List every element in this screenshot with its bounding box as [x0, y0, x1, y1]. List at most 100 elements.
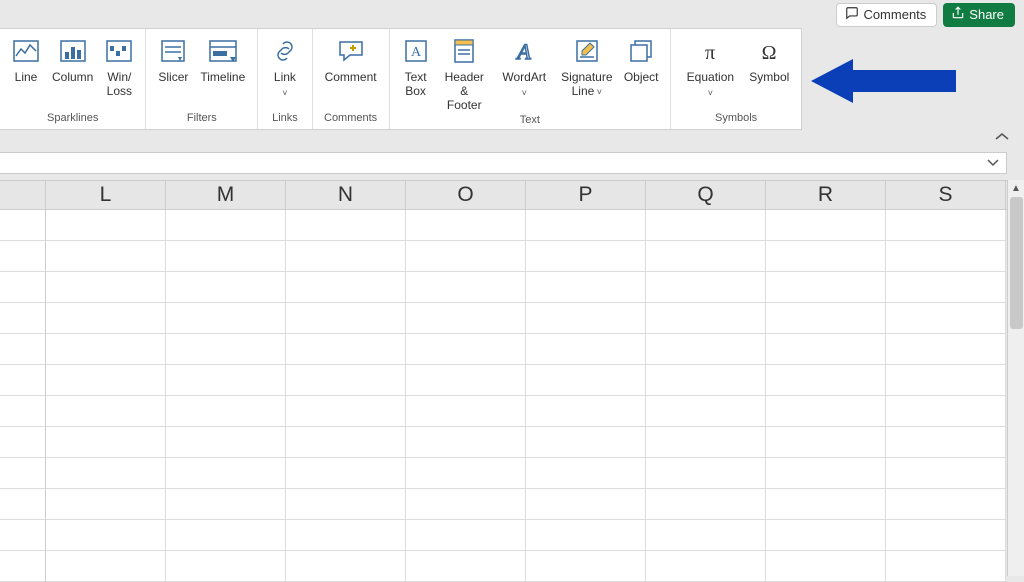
cell[interactable]: [46, 458, 166, 489]
column-header[interactable]: L: [46, 181, 166, 209]
cell[interactable]: [526, 396, 646, 427]
cell[interactable]: [286, 551, 406, 582]
cell[interactable]: [766, 272, 886, 303]
cell[interactable]: [286, 210, 406, 241]
cell[interactable]: [526, 365, 646, 396]
cell[interactable]: [646, 489, 766, 520]
cell[interactable]: [286, 520, 406, 551]
cell[interactable]: [766, 458, 886, 489]
cell[interactable]: [526, 334, 646, 365]
cell[interactable]: [766, 210, 886, 241]
cell[interactable]: [886, 272, 1006, 303]
column-header[interactable]: M: [166, 181, 286, 209]
cell[interactable]: [166, 241, 286, 272]
column-header[interactable]: Q: [646, 181, 766, 209]
cell[interactable]: [46, 303, 166, 334]
cell[interactable]: [286, 458, 406, 489]
cell[interactable]: [46, 334, 166, 365]
textbox-button[interactable]: ATextBox: [396, 35, 436, 98]
cell[interactable]: [46, 520, 166, 551]
cell[interactable]: [526, 458, 646, 489]
cell[interactable]: [406, 365, 526, 396]
cell[interactable]: [526, 272, 646, 303]
column-header[interactable]: S: [886, 181, 1006, 209]
cell[interactable]: [766, 551, 886, 582]
cell[interactable]: [886, 520, 1006, 551]
headerfooter-button[interactable]: Header& Footer: [436, 35, 493, 112]
sigline-button[interactable]: SignatureLine ˅: [556, 35, 619, 99]
link-button[interactable]: Link ˅: [264, 35, 305, 100]
vertical-scrollbar[interactable]: ▲: [1007, 180, 1024, 576]
cell[interactable]: [166, 489, 286, 520]
cell[interactable]: [406, 210, 526, 241]
cell[interactable]: [766, 241, 886, 272]
cell[interactable]: [166, 396, 286, 427]
slicer-button[interactable]: Slicer: [152, 35, 194, 84]
equation-button[interactable]: πEquation ˅: [677, 35, 743, 100]
cell[interactable]: [646, 303, 766, 334]
cell[interactable]: [886, 396, 1006, 427]
cell[interactable]: [526, 303, 646, 334]
cell[interactable]: [166, 210, 286, 241]
cell[interactable]: [766, 334, 886, 365]
scroll-thumb[interactable]: [1010, 197, 1023, 329]
cell[interactable]: [526, 241, 646, 272]
cell[interactable]: [166, 303, 286, 334]
cell[interactable]: [766, 396, 886, 427]
column-header[interactable]: P: [526, 181, 646, 209]
cell[interactable]: [406, 241, 526, 272]
cell[interactable]: [766, 520, 886, 551]
cell[interactable]: [646, 427, 766, 458]
cell[interactable]: [526, 210, 646, 241]
cell[interactable]: [286, 489, 406, 520]
cell[interactable]: [166, 427, 286, 458]
cell[interactable]: [46, 241, 166, 272]
cell[interactable]: [166, 334, 286, 365]
cell[interactable]: [406, 396, 526, 427]
cell[interactable]: [46, 551, 166, 582]
column-header[interactable]: O: [406, 181, 526, 209]
cell[interactable]: [166, 272, 286, 303]
cell[interactable]: [646, 520, 766, 551]
cell[interactable]: [406, 303, 526, 334]
cell[interactable]: [766, 303, 886, 334]
wordart-button[interactable]: AWordArt ˅: [493, 35, 556, 100]
cell[interactable]: [526, 520, 646, 551]
cell[interactable]: [526, 551, 646, 582]
cell[interactable]: [166, 458, 286, 489]
cell[interactable]: [886, 241, 1006, 272]
scroll-up-arrow-icon[interactable]: ▲: [1008, 180, 1024, 197]
object-button[interactable]: Object: [618, 35, 664, 84]
cell[interactable]: [766, 489, 886, 520]
cell[interactable]: [526, 489, 646, 520]
share-button[interactable]: Share: [943, 3, 1015, 27]
cell[interactable]: [886, 551, 1006, 582]
cell[interactable]: [286, 396, 406, 427]
cell[interactable]: [646, 241, 766, 272]
cell[interactable]: [286, 427, 406, 458]
comment-button[interactable]: Comment: [319, 35, 383, 84]
column-header[interactable]: N: [286, 181, 406, 209]
cell[interactable]: [166, 365, 286, 396]
timeline-button[interactable]: Timeline: [194, 35, 251, 84]
formula-bar-expand-chevron-icon[interactable]: [986, 156, 1000, 170]
line-button[interactable]: Line: [6, 35, 46, 84]
cell[interactable]: [166, 520, 286, 551]
cell[interactable]: [406, 551, 526, 582]
cell[interactable]: [286, 365, 406, 396]
cell[interactable]: [646, 458, 766, 489]
cell[interactable]: [286, 241, 406, 272]
cell[interactable]: [46, 365, 166, 396]
cell[interactable]: [646, 272, 766, 303]
winloss-button[interactable]: Win/Loss: [99, 35, 139, 98]
cell[interactable]: [286, 303, 406, 334]
cell[interactable]: [526, 427, 646, 458]
cell[interactable]: [46, 210, 166, 241]
cell[interactable]: [166, 551, 286, 582]
cell[interactable]: [406, 334, 526, 365]
cell[interactable]: [646, 334, 766, 365]
column-button[interactable]: Column: [46, 35, 99, 84]
cell[interactable]: [286, 272, 406, 303]
cell[interactable]: [886, 303, 1006, 334]
cell[interactable]: [406, 458, 526, 489]
